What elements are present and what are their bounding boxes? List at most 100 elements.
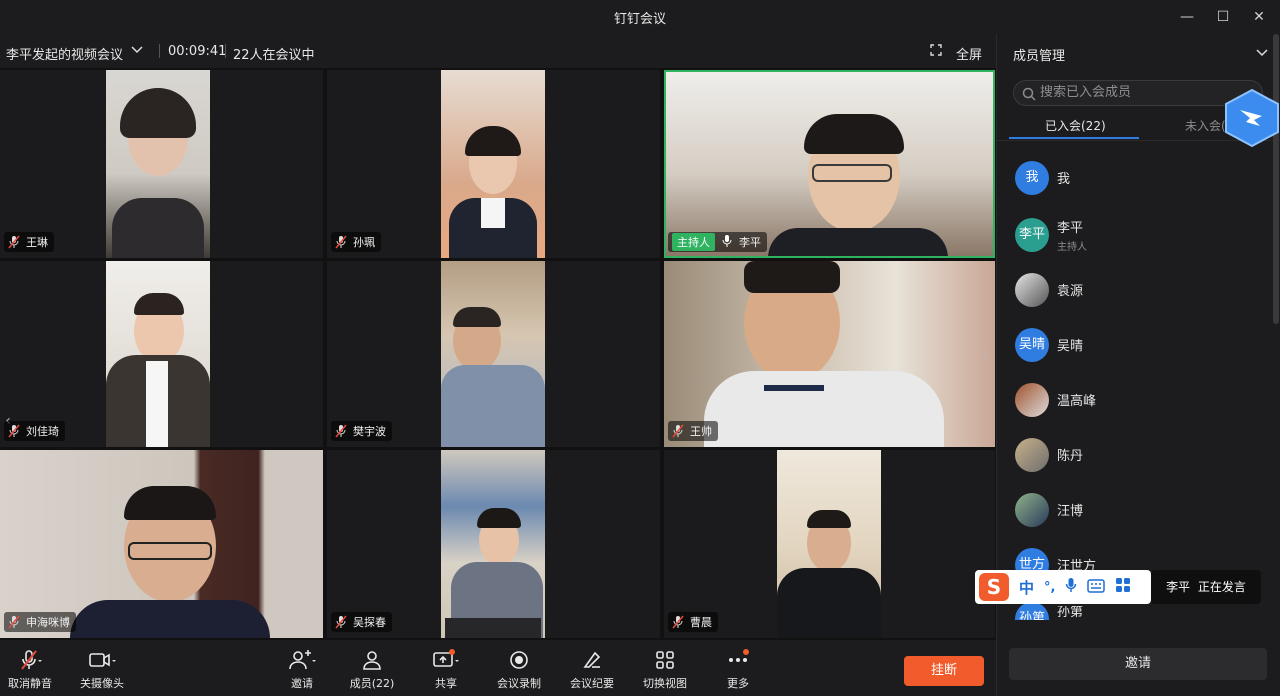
member-name: 我 bbox=[1057, 172, 1071, 187]
camera-button[interactable]: 关摄像头 bbox=[70, 648, 134, 691]
participant-video bbox=[106, 261, 210, 447]
meeting-name[interactable]: 李平发起的视频会议 bbox=[6, 44, 123, 63]
mic-icon[interactable] bbox=[1065, 577, 1077, 597]
participant-video bbox=[106, 70, 210, 258]
keyboard-icon[interactable] bbox=[1087, 578, 1106, 597]
list-item[interactable]: 袁源 bbox=[997, 262, 1267, 317]
minimize-icon[interactable]: — bbox=[1176, 6, 1198, 28]
divider bbox=[225, 44, 226, 58]
search-icon bbox=[1022, 86, 1036, 110]
list-item[interactable]: 陈丹 bbox=[997, 427, 1267, 482]
list-item[interactable]: 温高峰 bbox=[997, 372, 1267, 427]
participant-name: 孙珮 bbox=[353, 236, 375, 249]
divider bbox=[159, 44, 160, 58]
video-tile[interactable]: 孙珮 bbox=[327, 70, 660, 258]
ime-toolbar[interactable]: S 中 °, bbox=[975, 570, 1151, 604]
chevron-right-icon[interactable]: › bbox=[978, 335, 994, 375]
avatar: 吴晴 bbox=[1015, 327, 1049, 362]
video-tile[interactable]: 樊宇波 bbox=[327, 261, 660, 447]
chevron-down-icon[interactable] bbox=[1255, 44, 1269, 63]
video-tile[interactable]: 吴探春 bbox=[327, 450, 660, 638]
member-name: 温高峰 bbox=[1057, 394, 1097, 409]
sogou-logo-icon: S bbox=[979, 573, 1009, 601]
member-name: 汪博 bbox=[1057, 504, 1084, 519]
participant-name: 吴探春 bbox=[353, 616, 386, 629]
participant-name: 刘佳琦 bbox=[26, 425, 59, 438]
participant-name-tag: 王帅 bbox=[668, 421, 718, 441]
video-tile-active-speaker[interactable]: 主持人 李平 bbox=[664, 70, 995, 258]
meeting-toolbar: 取消静音 关摄像头 邀请 成员(22) 共享 会议录制 会议纪要 切换视图 更多… bbox=[0, 640, 996, 696]
participant-video bbox=[441, 261, 545, 447]
invite-button[interactable]: 邀请 bbox=[270, 648, 334, 691]
mic-off-icon bbox=[335, 235, 347, 249]
participant-name-tag: 申海咪博 bbox=[4, 612, 76, 632]
tab-not-joined[interactable]: 未入会( bbox=[1185, 117, 1226, 134]
ime-mode[interactable]: 中 bbox=[1019, 577, 1034, 598]
unmute-button[interactable]: 取消静音 bbox=[0, 648, 62, 691]
avatar bbox=[1015, 382, 1049, 417]
video-grid: 王琳 孙珮 主持人 李平 刘佳琦 樊宇波 › 王帅 申海咪博 吴探春 曹晨 bbox=[0, 68, 996, 640]
mic-off-icon bbox=[0, 648, 62, 672]
mic-off-icon bbox=[8, 235, 20, 249]
member-name: 李平 bbox=[1057, 220, 1084, 236]
participant-name: 申海咪博 bbox=[26, 616, 70, 629]
video-tile[interactable]: 王琳 bbox=[0, 70, 323, 258]
share-button[interactable]: 共享 bbox=[414, 648, 478, 691]
participant-name: 樊宇波 bbox=[353, 425, 386, 438]
dingtalk-logo-icon[interactable] bbox=[1222, 88, 1280, 148]
speaking-toast: 李平 正在发言 bbox=[1151, 570, 1261, 604]
window-title: 钉钉会议 bbox=[613, 12, 666, 27]
minutes-button[interactable]: 会议纪要 bbox=[560, 648, 624, 691]
member-role: 主持人 bbox=[1057, 241, 1087, 253]
mic-icon bbox=[721, 234, 733, 251]
participant-count: 22人在会议中 bbox=[233, 48, 315, 63]
invite-member-button[interactable]: 邀请 bbox=[1009, 648, 1267, 680]
member-name: 孙第 bbox=[1057, 606, 1084, 620]
video-tile[interactable]: ‹ 刘佳琦 bbox=[0, 261, 323, 447]
participant-name-tag: 樊宇波 bbox=[331, 421, 392, 441]
video-tile[interactable]: › 王帅 bbox=[664, 261, 995, 447]
members-icon bbox=[340, 648, 404, 672]
fullscreen-button[interactable]: 全屏 bbox=[956, 44, 982, 63]
video-tile[interactable]: 曹晨 bbox=[664, 450, 995, 638]
ime-punct[interactable]: °, bbox=[1044, 580, 1055, 595]
participant-video bbox=[441, 450, 545, 638]
chevron-down-icon[interactable] bbox=[131, 44, 143, 59]
switch-view-button[interactable]: 切换视图 bbox=[633, 648, 697, 691]
more-button[interactable]: 更多 bbox=[706, 648, 770, 691]
list-item[interactable]: 吴晴 吴晴 bbox=[997, 317, 1267, 372]
close-icon[interactable]: ✕ bbox=[1248, 6, 1270, 28]
list-item[interactable]: 李平 李平 主持人 bbox=[997, 207, 1267, 262]
list-item[interactable]: 我 我 bbox=[997, 150, 1267, 205]
members-button[interactable]: 成员(22) bbox=[340, 648, 404, 691]
maximize-icon[interactable]: ☐ bbox=[1212, 6, 1234, 28]
grid-view-icon bbox=[633, 648, 697, 672]
mic-off-icon bbox=[335, 424, 347, 438]
speaker-name: 李平 bbox=[1166, 580, 1191, 594]
active-tab-indicator bbox=[1009, 137, 1139, 139]
mic-off-icon bbox=[672, 615, 684, 629]
avatar: 孙第 bbox=[1015, 602, 1049, 620]
apps-icon[interactable] bbox=[1115, 577, 1131, 597]
list-item[interactable]: 汪博 bbox=[997, 482, 1267, 537]
meeting-timer: 00:09:41 bbox=[168, 44, 227, 59]
mic-off-icon bbox=[8, 615, 20, 629]
host-badge: 主持人 bbox=[672, 233, 715, 251]
avatar: 我 bbox=[1015, 160, 1049, 195]
camera-icon bbox=[70, 648, 134, 672]
video-tile[interactable]: 申海咪博 bbox=[0, 450, 323, 638]
avatar bbox=[1015, 272, 1049, 307]
participant-name-tag: 曹晨 bbox=[668, 612, 718, 632]
tab-joined[interactable]: 已入会(22) bbox=[1045, 117, 1106, 134]
record-button[interactable]: 会议录制 bbox=[487, 648, 551, 691]
mic-off-icon bbox=[335, 615, 347, 629]
participant-video bbox=[666, 72, 993, 256]
fullscreen-icon[interactable] bbox=[930, 44, 942, 60]
participant-name: 曹晨 bbox=[690, 616, 712, 629]
participant-name-tag: 王琳 bbox=[4, 232, 54, 252]
more-icon bbox=[706, 648, 770, 672]
speaking-status: 正在发言 bbox=[1197, 580, 1246, 594]
hangup-button[interactable]: 挂断 bbox=[904, 656, 984, 686]
participant-name-tag: 刘佳琦 bbox=[4, 421, 65, 441]
scrollbar[interactable] bbox=[1273, 34, 1279, 324]
